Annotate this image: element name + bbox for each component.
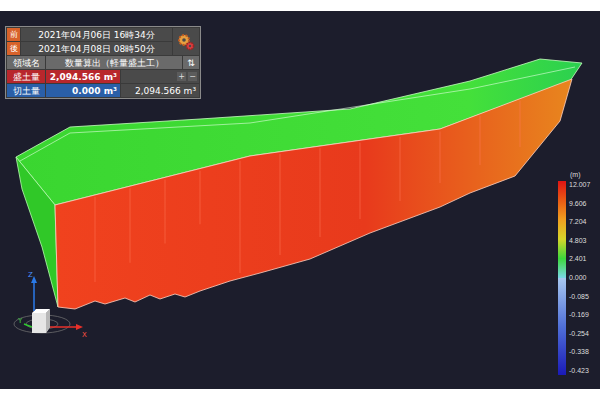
total-value: 2,094.566 m³ <box>121 84 199 97</box>
volume-value: 2,094.566 m³ <box>46 70 120 83</box>
legend-body: 12.007 9.606 7.204 4.803 2.401 0.000 -0.085 -0.… <box>558 181 590 375</box>
legend-tick: 12.007 <box>569 181 590 189</box>
header-row: 領域名数量算出（軽量盛土工）⇅ <box>7 56 199 69</box>
legend-ticks: 12.007 9.606 7.204 4.803 2.401 0.000 -0.085 -0.… <box>569 181 590 375</box>
date-badge: 前 <box>7 28 20 41</box>
volume-label: 盛土量 <box>7 70 45 83</box>
legend-tick: -0.423 <box>569 367 590 375</box>
legend-unit: (m) <box>558 171 590 178</box>
header-label: 領域名 <box>7 56 45 69</box>
volume-row: 盛土量2,094.566 m³+− <box>7 70 199 83</box>
date-row: 前2021年04月06日 16時34分 <box>7 28 172 41</box>
legend-color-bar <box>558 181 566 375</box>
legend-tick: -0.169 <box>569 311 590 319</box>
settings-button[interactable] <box>173 28 199 55</box>
volume-value: 0.000 m³ <box>46 84 120 97</box>
legend-tick: -0.254 <box>569 330 590 338</box>
axis-label: Z <box>28 271 33 279</box>
legend-tick: 0.000 <box>569 274 590 282</box>
legend-bar-negative <box>558 278 566 375</box>
date-list: 前2021年04月06日 16時34分後2021年04月08日 08時50分 <box>7 28 172 55</box>
date-text: 2021年04月08日 08時50分 <box>21 42 172 55</box>
header-value: 数量算出（軽量盛土工） <box>46 56 182 69</box>
panel-button[interactable]: − <box>188 72 197 81</box>
axis-label: X <box>82 331 87 339</box>
legend-bar-positive <box>558 181 566 278</box>
legend-tick: 9.606 <box>569 200 590 208</box>
panel-button[interactable]: + <box>177 72 186 81</box>
info-panel: 前2021年04月06日 16時34分後2021年04月08日 08時50分領域… <box>5 26 201 99</box>
axis-label: Y <box>17 317 23 325</box>
date-badge: 後 <box>7 42 20 55</box>
legend-tick: -0.085 <box>569 293 590 301</box>
volume-row: 切土量0.000 m³2,094.566 m³ <box>7 84 199 97</box>
sort-button[interactable]: ⇅ <box>183 56 199 69</box>
date-row: 後2021年04月08日 08時50分 <box>7 42 172 55</box>
legend-tick: 2.401 <box>569 255 590 263</box>
volume-label: 切土量 <box>7 84 45 97</box>
color-legend: (m) 12.007 9.606 7.204 4.803 2.401 0.000 -0.085… <box>558 171 590 375</box>
gear-icon[interactable] <box>177 33 195 51</box>
3d-viewer[interactable]: Z Y X 前2021年04月06日 16時34分後2021年04月08日 08時50… <box>0 11 600 389</box>
legend-tick: 7.204 <box>569 218 590 226</box>
legend-tick: -0.338 <box>569 348 590 356</box>
zoom-buttons: +− <box>121 70 199 83</box>
legend-tick: 4.803 <box>569 237 590 245</box>
date-rows: 前2021年04月06日 16時34分後2021年04月08日 08時50分 <box>7 28 199 55</box>
axis-gizmo-icon[interactable] <box>14 276 83 333</box>
date-text: 2021年04月06日 16時34分 <box>21 28 172 41</box>
